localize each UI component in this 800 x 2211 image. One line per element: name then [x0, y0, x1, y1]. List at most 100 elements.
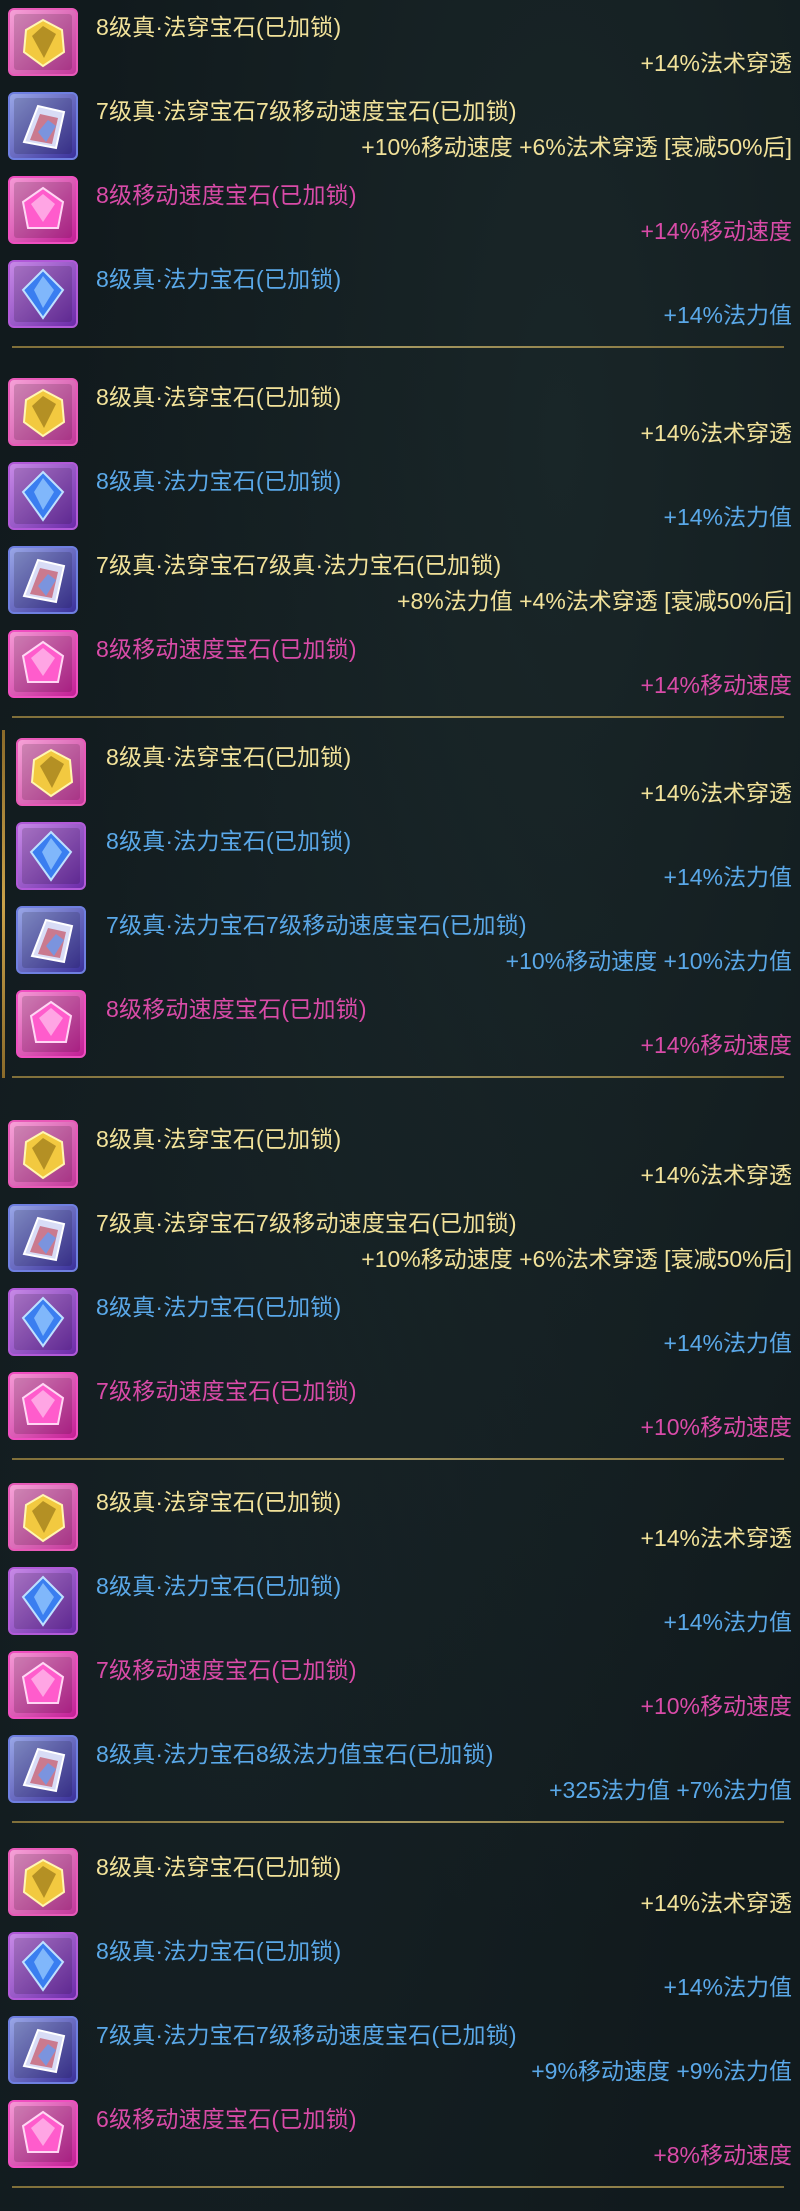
magic-pierce-gem-icon[interactable]	[8, 1848, 78, 1916]
gem-effect: +14%法力值	[663, 1609, 792, 1635]
move-speed-gem-icon[interactable]	[8, 2100, 78, 2168]
gem-row[interactable]: 8级真·法穿宝石(已加锁) +14%法术穿透	[0, 370, 800, 454]
gem-row[interactable]: 7级移动速度宝石(已加锁) +10%移动速度	[0, 1643, 800, 1727]
gem-row[interactable]: 8级真·法力宝石(已加锁) +14%法力值	[0, 1924, 800, 2008]
mana-gem-icon[interactable]	[8, 462, 78, 530]
gem-name: 8级真·法穿宝石(已加锁)	[106, 744, 352, 770]
mana-gem-icon[interactable]	[8, 1567, 78, 1635]
gem-effect: +14%移动速度	[640, 672, 792, 698]
gem-row[interactable]: 7级真·法力宝石7级移动速度宝石(已加锁) +10%移动速度 +10%法力值	[0, 898, 800, 982]
gem-row[interactable]: 7级真·法穿宝石7级移动速度宝石(已加锁) +10%移动速度 +6%法术穿透 [衰…	[0, 84, 800, 168]
magic-pierce-gem-icon[interactable]	[8, 1483, 78, 1551]
gem-row[interactable]: 8级移动速度宝石(已加锁) +14%移动速度	[0, 168, 800, 252]
gem-name: 8级真·法力宝石(已加锁)	[96, 1938, 342, 1964]
gem-effect: +14%法术穿透	[640, 420, 792, 446]
gem-name: 6级移动速度宝石(已加锁)	[96, 2106, 357, 2132]
gem-effect: +10%移动速度 +6%法术穿透 [衰减50%后]	[361, 1246, 792, 1272]
gem-name: 8级真·法穿宝石(已加锁)	[96, 384, 342, 410]
gem-row[interactable]: 8级移动速度宝石(已加锁) +14%移动速度	[0, 982, 800, 1066]
gem-effect: +8%法力值 +4%法术穿透 [衰减50%后]	[397, 588, 792, 614]
gem-name: 8级真·法穿宝石(已加锁)	[96, 1854, 342, 1880]
gem-row[interactable]: 7级真·法穿宝石7级移动速度宝石(已加锁) +10%移动速度 +6%法术穿透 [衰…	[0, 1196, 800, 1280]
mana-gem-icon[interactable]	[8, 1932, 78, 2000]
gem-name: 8级移动速度宝石(已加锁)	[96, 636, 357, 662]
gem-row[interactable]: 7级移动速度宝石(已加锁) +10%移动速度	[0, 1364, 800, 1448]
gem-name: 8级移动速度宝石(已加锁)	[96, 182, 357, 208]
gem-name: 7级移动速度宝石(已加锁)	[96, 1657, 357, 1683]
magic-pierce-gem-icon[interactable]	[16, 738, 86, 806]
gem-set-panel: 8级真·法穿宝石(已加锁) +14%法术穿透 8级真·法力宝石(已加锁) +14%法力…	[0, 730, 800, 1078]
gem-effect: +10%移动速度 +6%法术穿透 [衰减50%后]	[361, 134, 792, 160]
gem-name: 8级真·法穿宝石(已加锁)	[96, 1489, 342, 1515]
gem-set-panel: 8级真·法穿宝石(已加锁) +14%法术穿透 8级真·法力宝石(已加锁) +14%法力…	[0, 1840, 800, 2176]
gem-effect: +14%法力值	[663, 302, 792, 328]
gem-effect: +10%移动速度	[640, 1693, 792, 1719]
gem-row[interactable]: 8级真·法穿宝石(已加锁) +14%法术穿透	[0, 1840, 800, 1924]
move-speed-gem-icon[interactable]	[8, 1651, 78, 1719]
gem-name: 7级移动速度宝石(已加锁)	[96, 1378, 357, 1404]
gem-effect: +14%法力值	[663, 864, 792, 890]
move-speed-gem-icon[interactable]	[8, 630, 78, 698]
gem-row[interactable]: 8级移动速度宝石(已加锁) +14%移动速度	[0, 622, 800, 706]
gem-effect: +14%法术穿透	[640, 1162, 792, 1188]
gem-name: 8级真·法力宝石(已加锁)	[96, 266, 342, 292]
gem-effect: +14%法力值	[663, 1330, 792, 1356]
gem-effect: +14%法术穿透	[640, 1890, 792, 1916]
gem-effect: +14%法术穿透	[640, 1525, 792, 1551]
gem-row[interactable]: 8级真·法力宝石(已加锁) +14%法力值	[0, 252, 800, 336]
magic-pierce-gem-icon[interactable]	[8, 378, 78, 446]
gem-row[interactable]: 8级真·法穿宝石(已加锁) +14%法术穿透	[0, 1112, 800, 1196]
magic-pierce-gem-icon[interactable]	[8, 1120, 78, 1188]
gem-effect: +9%移动速度 +9%法力值	[531, 2058, 792, 2084]
gem-name: 7级真·法穿宝石7级移动速度宝石(已加锁)	[96, 1210, 517, 1236]
gem-name: 8级真·法力宝石(已加锁)	[106, 828, 352, 854]
gem-effect: +8%移动速度	[653, 2142, 792, 2168]
combo-gem-icon[interactable]	[8, 546, 78, 614]
gem-effect: +325法力值 +7%法力值	[549, 1777, 792, 1803]
gem-name: 7级真·法力宝石7级移动速度宝石(已加锁)	[106, 912, 527, 938]
gem-set-panel: 8级真·法穿宝石(已加锁) +14%法术穿透 8级真·法力宝石(已加锁) +14%法力…	[0, 370, 800, 706]
gem-name: 8级真·法力宝石8级法力值宝石(已加锁)	[96, 1741, 494, 1767]
gem-name: 8级真·法力宝石(已加锁)	[96, 1573, 342, 1599]
gem-row[interactable]: 8级真·法力宝石(已加锁) +14%法力值	[0, 814, 800, 898]
gem-effect: +14%法力值	[663, 1974, 792, 2000]
gem-effect: +14%移动速度	[640, 1032, 792, 1058]
gem-row[interactable]: 8级真·法力宝石8级法力值宝石(已加锁) +325法力值 +7%法力值	[0, 1727, 800, 1811]
combo-gem-icon[interactable]	[16, 906, 86, 974]
section-divider	[12, 1821, 784, 1823]
move-speed-gem-icon[interactable]	[8, 176, 78, 244]
combo-gem-icon[interactable]	[8, 92, 78, 160]
gem-row[interactable]: 8级真·法力宝石(已加锁) +14%法力值	[0, 454, 800, 538]
gem-row[interactable]: 7级真·法力宝石7级移动速度宝石(已加锁) +9%移动速度 +9%法力值	[0, 2008, 800, 2092]
gem-row[interactable]: 8级真·法力宝石(已加锁) +14%法力值	[0, 1280, 800, 1364]
gem-name: 7级真·法力宝石7级移动速度宝石(已加锁)	[96, 2022, 517, 2048]
gem-row[interactable]: 8级真·法穿宝石(已加锁) +14%法术穿透	[0, 730, 800, 814]
magic-pierce-gem-icon[interactable]	[8, 8, 78, 76]
gem-set-panel: 8级真·法穿宝石(已加锁) +14%法术穿透 7级真·法穿宝石7级移动速度宝石(已加…	[0, 1112, 800, 1448]
mana-gem-icon[interactable]	[8, 260, 78, 328]
move-speed-gem-icon[interactable]	[16, 990, 86, 1058]
section-divider	[12, 346, 784, 348]
mana-gem-icon[interactable]	[8, 1288, 78, 1356]
combo-gem-icon[interactable]	[8, 1204, 78, 1272]
gem-effect: +14%法术穿透	[640, 780, 792, 806]
section-divider	[12, 1076, 784, 1078]
gem-row[interactable]: 8级真·法穿宝石(已加锁) +14%法术穿透	[0, 0, 800, 84]
gem-effect: +14%移动速度	[640, 218, 792, 244]
gem-name: 7级真·法穿宝石7级移动速度宝石(已加锁)	[96, 98, 517, 124]
gem-effect: +10%移动速度 +10%法力值	[505, 948, 792, 974]
gem-row[interactable]: 7级真·法穿宝石7级真·法力宝石(已加锁) +8%法力值 +4%法术穿透 [衰减5…	[0, 538, 800, 622]
gem-set-panel: 8级真·法穿宝石(已加锁) +14%法术穿透 8级真·法力宝石(已加锁) +14%法力…	[0, 1475, 800, 1811]
gem-set-panel: 8级真·法穿宝石(已加锁) +14%法术穿透 7级真·法穿宝石7级移动速度宝石(已加…	[0, 0, 800, 336]
move-speed-gem-icon[interactable]	[8, 1372, 78, 1440]
gem-name: 8级真·法穿宝石(已加锁)	[96, 1126, 342, 1152]
combo-gem-icon[interactable]	[8, 2016, 78, 2084]
section-divider	[12, 2186, 784, 2188]
gem-row[interactable]: 8级真·法穿宝石(已加锁) +14%法术穿透	[0, 1475, 800, 1559]
mana-gem-icon[interactable]	[16, 822, 86, 890]
gem-row[interactable]: 6级移动速度宝石(已加锁) +8%移动速度	[0, 2092, 800, 2176]
gem-name: 8级真·法穿宝石(已加锁)	[96, 14, 342, 40]
section-divider	[12, 716, 784, 718]
gem-row[interactable]: 8级真·法力宝石(已加锁) +14%法力值	[0, 1559, 800, 1643]
mana-combo-gem-icon[interactable]	[8, 1735, 78, 1803]
